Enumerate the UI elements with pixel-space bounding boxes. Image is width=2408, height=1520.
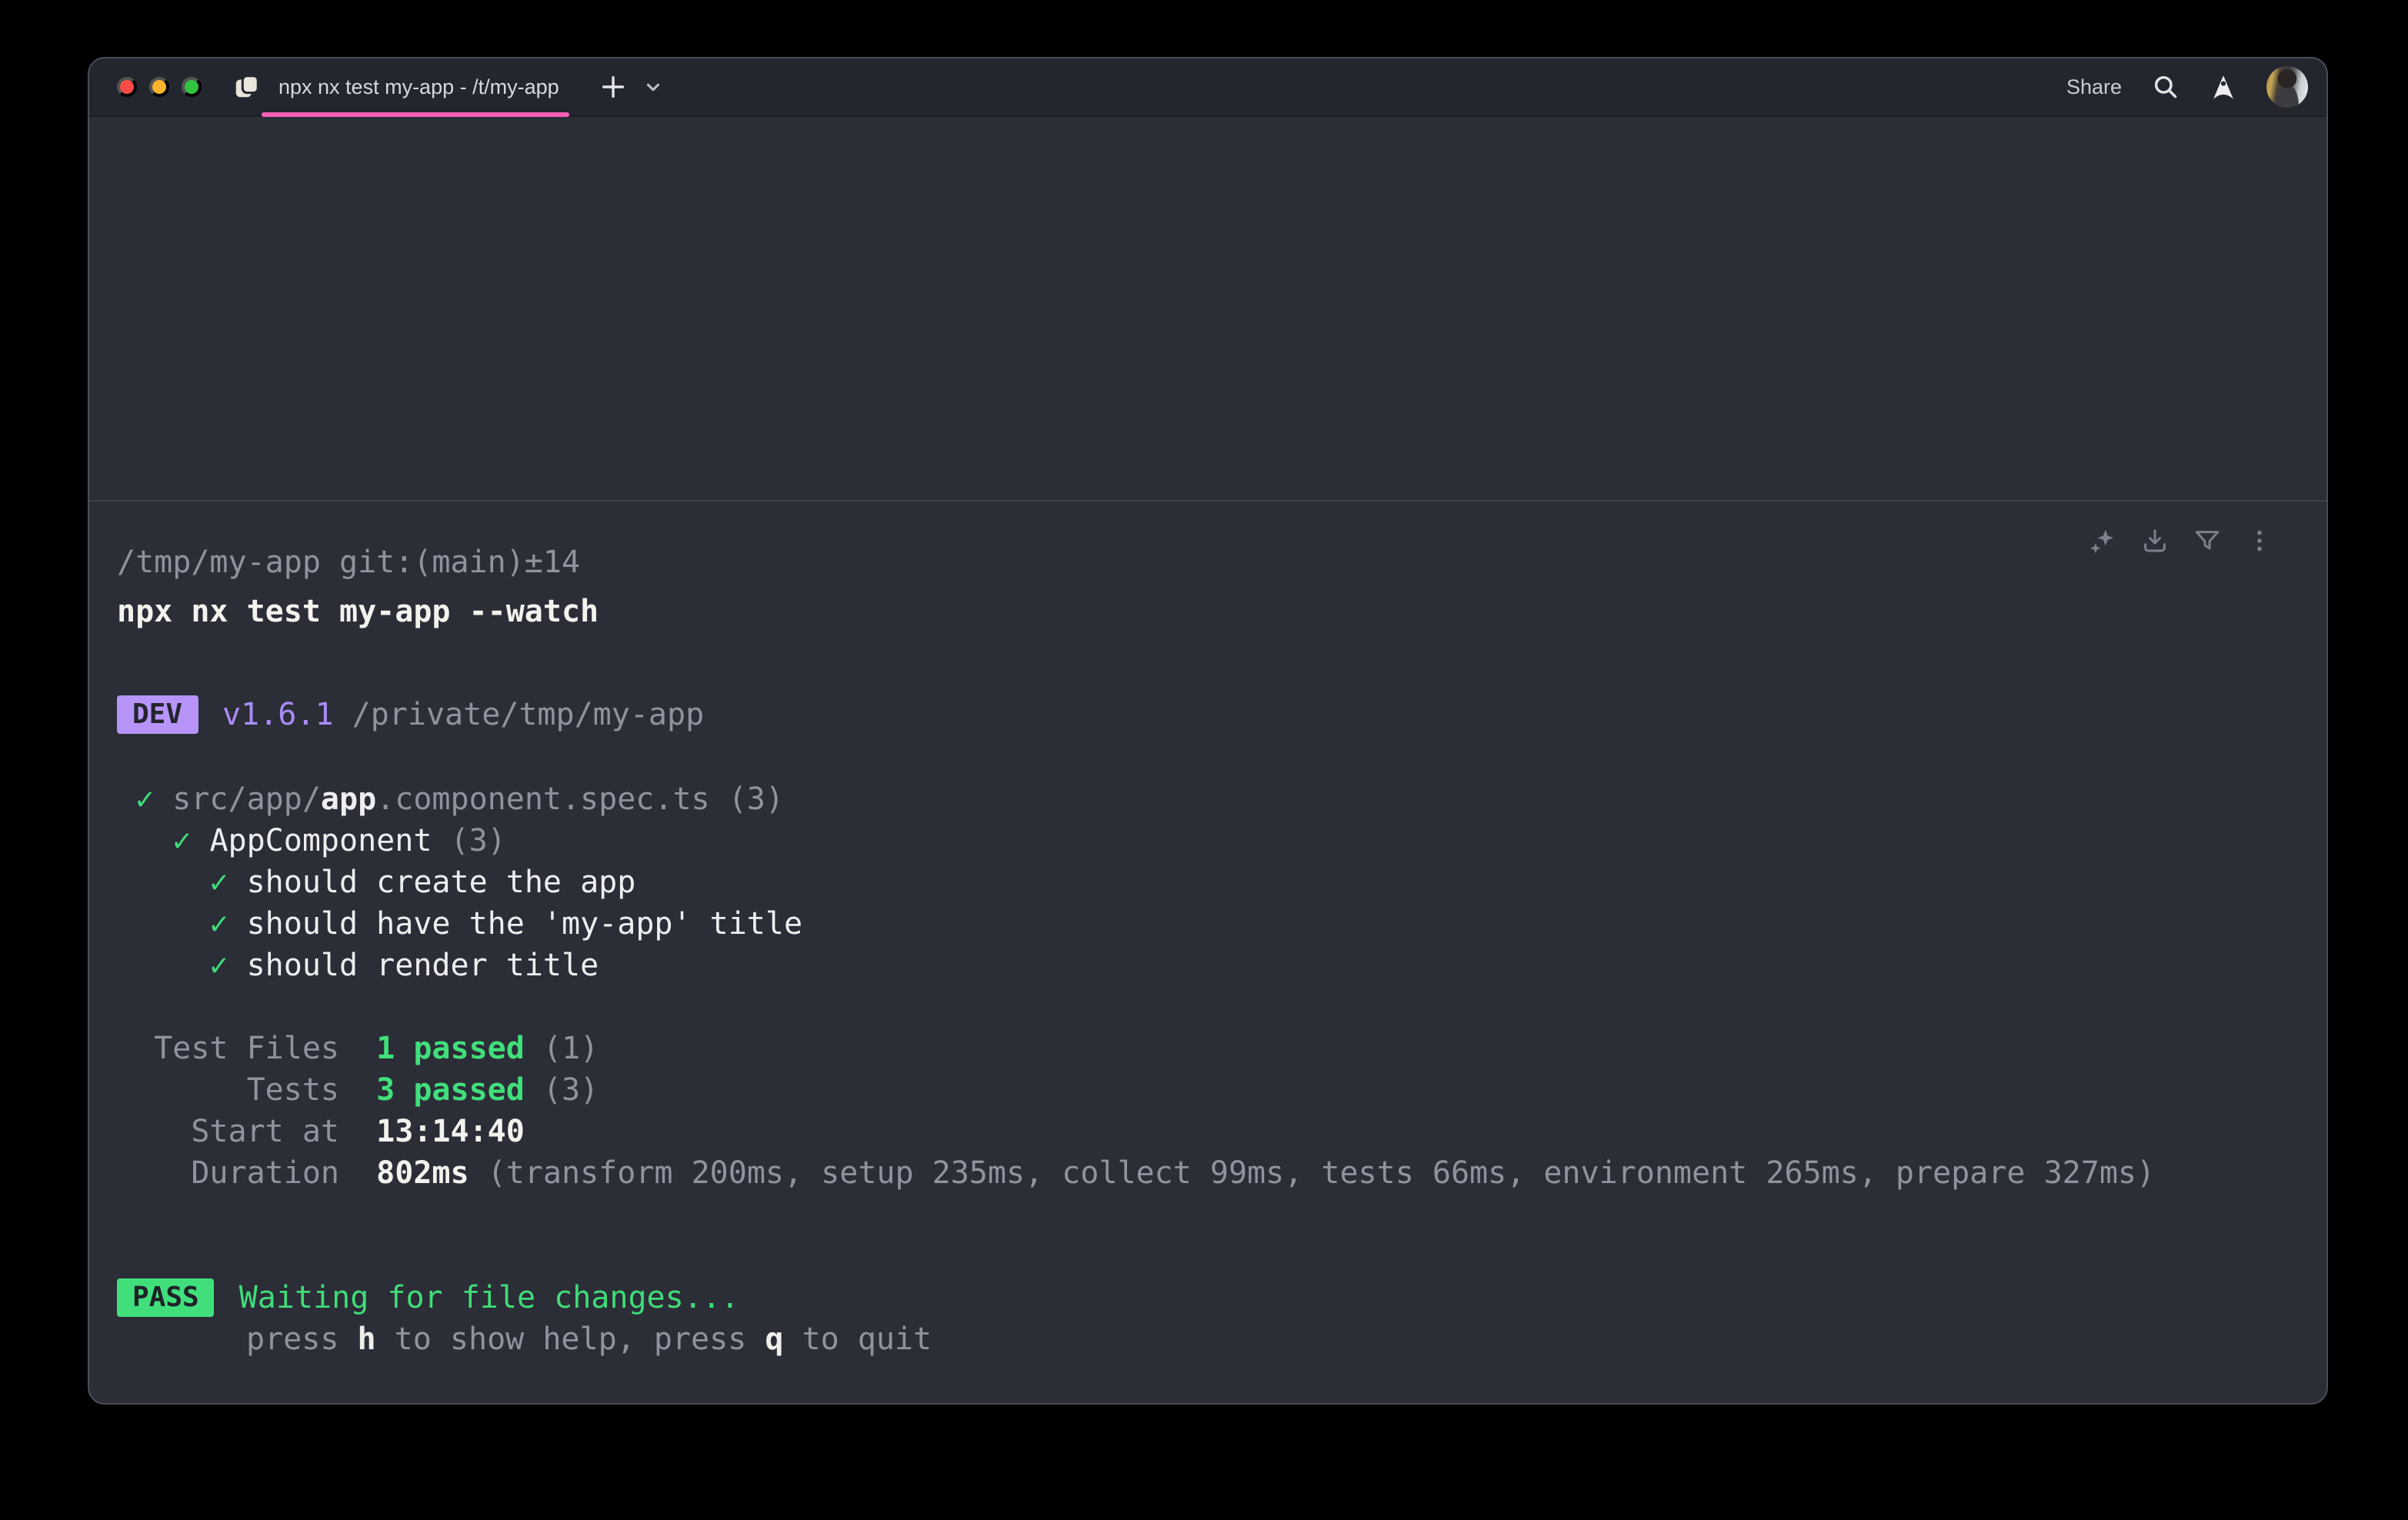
summary-test-files: Test Files 1 passed (1)	[117, 1028, 2296, 1069]
command-block: /tmp/my-app git:(main)±14 npx nx test my…	[89, 502, 2326, 1403]
warp-ai-icon[interactable]	[2210, 73, 2237, 101]
command-text: npx nx test my-app --watch	[117, 591, 2296, 632]
test-suite-line: ✓ AppComponent (3)	[117, 820, 2296, 862]
waiting-message: Waiting for file changes...	[239, 1277, 739, 1318]
project-path: /private/tmp/my-app	[334, 695, 705, 732]
maximize-button[interactable]	[182, 77, 202, 97]
prompt-path: /tmp/my-app git:(main)±14	[117, 542, 2296, 583]
active-tab[interactable]: npx nx test my-app - /t/my-app	[220, 58, 589, 116]
topbar-right: Share	[2066, 66, 2308, 108]
active-tab-indicator	[262, 112, 569, 116]
test-case-line: ✓ should have the 'my-app' title	[117, 903, 2296, 945]
test-case-line: ✓ should render title	[117, 945, 2296, 986]
ai-sparkle-icon[interactable]	[2088, 526, 2117, 555]
summary-start-at: Start at 13:14:40	[117, 1111, 2296, 1152]
chevron-down-icon[interactable]	[643, 77, 663, 97]
test-file-line: ✓ src/app/app.component.spec.ts (3)	[117, 778, 2296, 820]
vitest-dev-line: DEV v1.6.1 /private/tmp/my-app	[117, 694, 2296, 735]
dev-badge: DEV	[117, 695, 198, 734]
block-toolbar	[2088, 526, 2274, 555]
download-icon[interactable]	[2140, 526, 2170, 555]
filter-icon[interactable]	[2193, 526, 2222, 555]
tab-bar: npx nx test my-app - /t/my-app Share	[89, 58, 2326, 117]
close-button[interactable]	[117, 77, 137, 97]
kebab-menu-icon[interactable]	[2245, 526, 2274, 555]
pages-icon	[232, 72, 262, 102]
terminal-window: npx nx test my-app - /t/my-app Share	[88, 57, 2328, 1405]
pass-status-line: PASS Waiting for file changes...	[117, 1277, 2296, 1318]
summary-duration: Duration 802ms (transform 200ms, setup 2…	[117, 1152, 2296, 1194]
new-tab-button[interactable]	[599, 72, 628, 102]
tab-title: npx nx test my-app - /t/my-app	[278, 75, 559, 98]
share-button[interactable]: Share	[2066, 75, 2122, 98]
user-avatar[interactable]	[2266, 66, 2308, 108]
minimize-button[interactable]	[149, 77, 169, 97]
terminal-scrollback	[89, 117, 2326, 500]
pass-badge: PASS	[117, 1278, 215, 1317]
window-controls	[117, 77, 202, 97]
test-case-line: ✓ should create the app	[117, 862, 2296, 903]
vitest-version: v1.6.1	[222, 695, 334, 732]
desktop: npx nx test my-app - /t/my-app Share	[0, 0, 2408, 1520]
search-icon[interactable]	[2151, 72, 2180, 102]
help-line: press h to show help, press q to quit	[246, 1318, 2296, 1360]
tab-actions	[599, 72, 663, 102]
summary-tests: Tests 3 passed (3)	[117, 1069, 2296, 1111]
